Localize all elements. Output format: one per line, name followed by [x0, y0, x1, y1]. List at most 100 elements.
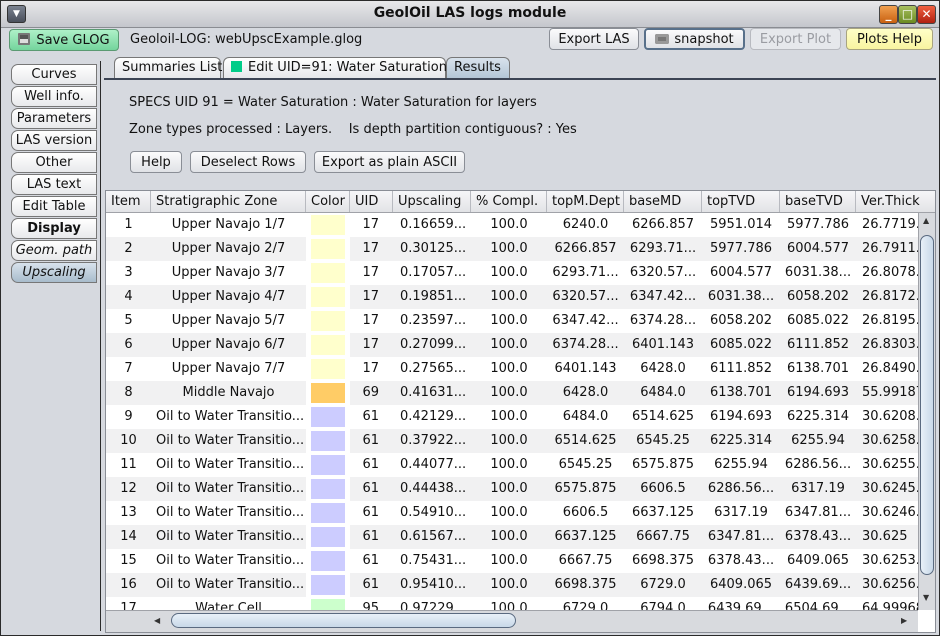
tab-summaries-list[interactable]: Summaries List: [114, 57, 222, 78]
export-plot-button[interactable]: Export Plot: [750, 28, 841, 50]
zone-color-swatch[interactable]: [311, 503, 345, 523]
vertical-scroll-thumb[interactable]: [920, 235, 934, 575]
zone-color-swatch[interactable]: [311, 431, 345, 451]
scroll-left-icon[interactable]: ◀: [154, 616, 160, 625]
scroll-up-icon[interactable]: ▲: [923, 216, 929, 225]
sidebar-item-las-version[interactable]: LAS version: [11, 130, 97, 151]
column-header-zone[interactable]: Stratigraphic Zone: [151, 191, 306, 212]
maximize-button[interactable]: □: [898, 5, 917, 24]
cell-base-tvd: 6409.065: [786, 553, 850, 568]
sidebar-item-edit-table[interactable]: Edit Table: [11, 196, 97, 217]
zone-color-swatch[interactable]: [311, 455, 345, 475]
cell-upscaling: 0.95410...: [400, 577, 467, 592]
zone-color-swatch[interactable]: [311, 407, 345, 427]
save-glog-button[interactable]: Save GLOG: [9, 29, 119, 51]
zone-color-swatch[interactable]: [311, 527, 345, 547]
column-header-upscaling[interactable]: Upscaling: [393, 191, 471, 212]
export-las-button[interactable]: Export LAS: [549, 28, 639, 50]
cell-top-md: 6374.28...: [552, 337, 619, 352]
column-header-top-tvd[interactable]: topTVD: [702, 191, 780, 212]
column-header-top-md[interactable]: topM.Dept: [547, 191, 624, 212]
scroll-right-icon[interactable]: ▶: [901, 616, 907, 625]
zone-color-swatch[interactable]: [311, 335, 345, 355]
table-row[interactable]: 16 Oil to Water Transitio... 61 0.95410... 1…: [106, 573, 918, 597]
cell-item: 2: [124, 241, 133, 256]
table-row[interactable]: 5 Upper Navajo 5/7 17 0.23597... 100.0 6347.4…: [106, 309, 918, 333]
sidebar-item-parameters[interactable]: Parameters: [11, 108, 97, 129]
tab-divider: [104, 78, 936, 80]
cell-base-md: 6575.875: [631, 457, 695, 472]
cell-base-tvd: 6111.852: [786, 337, 850, 352]
sidebar-item-curves[interactable]: Curves: [11, 64, 97, 85]
sidebar: Curves Well info. Parameters LAS version…: [8, 61, 101, 631]
horizontal-scroll-thumb[interactable]: [171, 613, 516, 628]
column-header-item[interactable]: Item: [106, 191, 151, 212]
table-row[interactable]: 8 Middle Navajo 69 0.41631... 100.0 6428.0 648…: [106, 381, 918, 405]
horizontal-scrollbar[interactable]: ◀ ▶: [106, 610, 918, 632]
cell-top-md: 6428.0: [562, 385, 609, 400]
zone-color-swatch[interactable]: [311, 215, 345, 235]
table-row[interactable]: 11 Oil to Water Transitio... 61 0.44077... 1…: [106, 453, 918, 477]
column-header-color[interactable]: Color: [306, 191, 350, 212]
table-row[interactable]: 2 Upper Navajo 2/7 17 0.30125... 100.0 6266.8…: [106, 237, 918, 261]
zone-color-swatch[interactable]: [311, 599, 345, 610]
sidebar-item-well-info[interactable]: Well info.: [11, 86, 97, 107]
scroll-down-icon[interactable]: ▼: [923, 593, 929, 602]
sidebar-item-display[interactable]: Display: [11, 218, 97, 239]
cell-uid: 61: [362, 457, 379, 472]
table-row[interactable]: 1 Upper Navajo 1/7 17 0.16659... 100.0 6240.0…: [106, 213, 918, 237]
zone-color-swatch[interactable]: [311, 239, 345, 259]
zone-color-swatch[interactable]: [311, 383, 345, 403]
zone-color-swatch[interactable]: [311, 311, 345, 331]
zone-color-swatch[interactable]: [311, 359, 345, 379]
snapshot-button[interactable]: snapshot: [644, 28, 745, 50]
zone-color-swatch[interactable]: [311, 287, 345, 307]
table-row[interactable]: 13 Oil to Water Transitio... 61 0.54910... 1…: [106, 501, 918, 525]
column-header-vertical-thickness[interactable]: Ver.Thick: [856, 191, 935, 212]
sidebar-item-geom-path[interactable]: Geom. path: [11, 240, 97, 261]
cell-zone: Oil to Water Transitio...: [156, 577, 305, 592]
zone-color-swatch[interactable]: [311, 575, 345, 595]
help-button[interactable]: Help: [130, 151, 182, 173]
deselect-rows-button[interactable]: Deselect Rows: [190, 151, 306, 173]
cell-percent-complete: 100.0: [490, 217, 528, 232]
main-panel: Summaries List Edit UID=91: Water Satura…: [104, 57, 936, 633]
minimize-button[interactable]: _: [879, 5, 898, 24]
vertical-scrollbar[interactable]: ▲ ▼: [918, 213, 935, 610]
zone-color-swatch[interactable]: [311, 479, 345, 499]
table-row[interactable]: 10 Oil to Water Transitio... 61 0.37922... 1…: [106, 429, 918, 453]
sidebar-item-las-text[interactable]: LAS text: [11, 174, 97, 195]
cell-top-tvd: 6194.693: [709, 409, 773, 424]
table-row[interactable]: 3 Upper Navajo 3/7 17 0.17057... 100.0 6293.7…: [106, 261, 918, 285]
zone-color-swatch[interactable]: [311, 263, 345, 283]
table-row[interactable]: 15 Oil to Water Transitio... 61 0.75431... 1…: [106, 549, 918, 573]
cell-uid: 17: [362, 289, 379, 304]
snapshot-label: snapshot: [674, 32, 734, 47]
table-row[interactable]: 17 Water Cell 95 0.97229... 100.0 6729.0 6794.…: [106, 597, 918, 610]
cell-zone: Upper Navajo 4/7: [171, 289, 286, 304]
cell-uid: 61: [362, 409, 379, 424]
table-row[interactable]: 12 Oil to Water Transitio... 61 0.44438... 1…: [106, 477, 918, 501]
cell-base-tvd: 6058.202: [786, 289, 850, 304]
tab-edit-uid[interactable]: Edit UID=91: Water Saturation: [223, 57, 447, 78]
close-button[interactable]: ✕: [917, 5, 936, 24]
table-row[interactable]: 14 Oil to Water Transitio... 61 0.61567... 1…: [106, 525, 918, 549]
sidebar-item-other[interactable]: Other: [11, 152, 97, 173]
column-header-percent-complete[interactable]: % Compl.: [471, 191, 547, 212]
column-header-base-tvd[interactable]: baseTVD: [780, 191, 856, 212]
cell-base-tvd: 6317.19: [791, 481, 845, 496]
plots-help-button[interactable]: Plots Help: [846, 28, 933, 50]
export-ascii-button[interactable]: Export as plain ASCII: [314, 151, 465, 173]
table-row[interactable]: 4 Upper Navajo 4/7 17 0.19851... 100.0 6320.5…: [106, 285, 918, 309]
table-row[interactable]: 7 Upper Navajo 7/7 17 0.27565... 100.0 6401.1…: [106, 357, 918, 381]
table-row[interactable]: 6 Upper Navajo 6/7 17 0.27099... 100.0 6374.2…: [106, 333, 918, 357]
cell-base-tvd: 6194.693: [786, 385, 850, 400]
tab-results[interactable]: Results: [446, 57, 510, 78]
column-header-base-md[interactable]: baseMD: [624, 191, 702, 212]
table-row[interactable]: 9 Oil to Water Transitio... 61 0.42129... 10…: [106, 405, 918, 429]
sidebar-item-upscaling[interactable]: Upscaling: [11, 262, 97, 283]
cell-top-md: 6606.5: [562, 505, 609, 520]
zone-color-swatch[interactable]: [311, 551, 345, 571]
cell-item: 13: [120, 505, 137, 520]
column-header-uid[interactable]: UID: [350, 191, 393, 212]
